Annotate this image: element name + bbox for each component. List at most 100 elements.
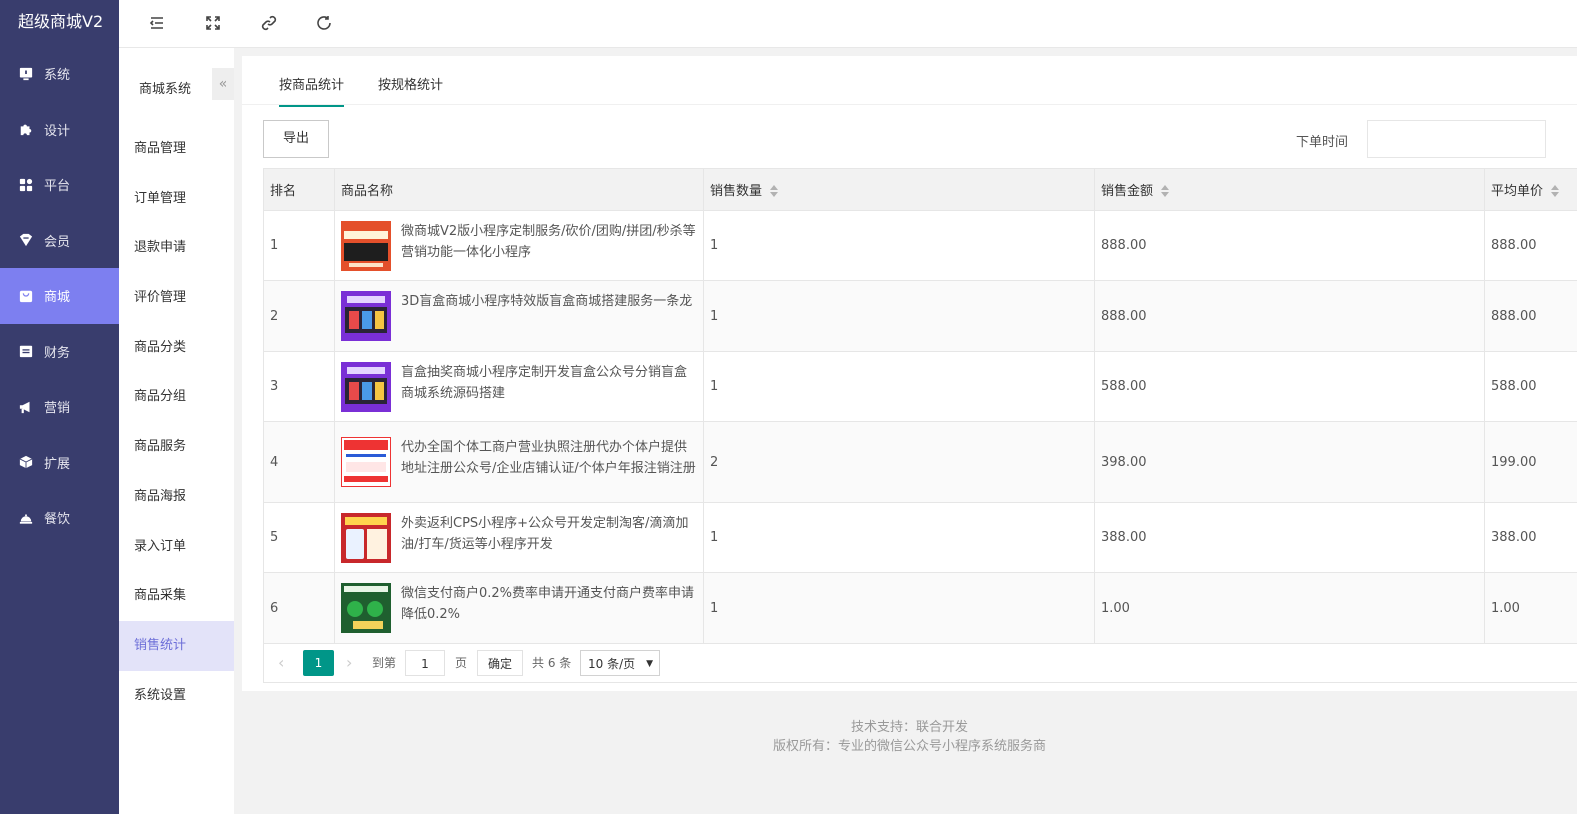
nav-item-design[interactable]: 设计 [0, 102, 119, 158]
link-icon[interactable] [260, 14, 280, 34]
goto-page-input[interactable]: 1 [405, 650, 445, 676]
amount-cell: 888.00 [1094, 210, 1485, 281]
qty-cell: 1 [703, 351, 1095, 422]
sort-icon[interactable] [770, 185, 779, 197]
main-sidebar: 超级商城V2 系统 设计 平台 会员 商城 财务 营销 扩展 餐饮 [0, 0, 119, 814]
total-count: 共 6 条 [532, 656, 572, 670]
col-rank: 排名 [263, 168, 335, 211]
export-button[interactable]: 导出 [263, 120, 329, 158]
amount-cell: 888.00 [1094, 280, 1485, 352]
product-thumbnail [341, 437, 391, 487]
subnav-item-categories[interactable]: 商品分类 [119, 323, 234, 373]
avg-cell: 588.00 [1484, 351, 1577, 422]
collapse-button[interactable]: « [212, 68, 234, 100]
table-row: 2 3D盲盒商城小程序特效版盲盒商城搭建服务一条龙 1 888.00 888.0… [263, 280, 1577, 352]
nav-label: 扩展 [44, 456, 71, 472]
content-panel: 按商品统计 按规格统计 导出 下单时间 排名 商品名称 销售数量 销售金额 平均… [242, 56, 1577, 691]
goto-confirm-button[interactable]: 确定 [477, 650, 523, 676]
rank-cell: 4 [263, 421, 335, 503]
product-name[interactable]: 代办全国个体工商户营业执照注册代办个体户提供地址注册公众号/企业店铺认证/个体户… [401, 437, 697, 479]
nav-item-extension[interactable]: 扩展 [0, 435, 119, 491]
nav-item-shop[interactable]: 商城 [0, 268, 119, 324]
footer-copyright: 版权所有：专业的微信公众号小程序系统服务商 [772, 739, 1046, 754]
app-logo: 超级商城V2 [18, 12, 104, 31]
secondary-sidebar: 商城系统 « 商品管理 订单管理 退款申请 评价管理 商品分类 商品分组 商品服… [119, 48, 234, 814]
rank-cell: 3 [263, 351, 335, 422]
rank-cell: 5 [263, 502, 335, 573]
product-thumbnail [341, 361, 391, 412]
product-name[interactable]: 外卖返利CPS小程序+公众号开发定制淘客/滴滴加油/打车/货运等小程序开发 [401, 513, 697, 555]
next-page-icon[interactable]: › [346, 650, 352, 676]
order-time-label: 下单时间 [1296, 135, 1349, 150]
fullscreen-icon[interactable] [204, 14, 224, 34]
tab-by-product[interactable]: 按商品统计 [279, 74, 345, 107]
nav-item-finance[interactable]: 财务 [0, 324, 119, 380]
subnav-item-enter-order[interactable]: 录入订单 [119, 522, 234, 572]
nav-label: 营销 [44, 401, 71, 417]
col-sales-amount[interactable]: 销售金额 [1094, 168, 1485, 211]
table-row: 5 外卖返利CPS小程序+公众号开发定制淘客/滴滴加油/打车/货运等小程序开发 … [263, 502, 1577, 573]
subnav-item-groups[interactable]: 商品分组 [119, 372, 234, 422]
sort-icon[interactable] [1551, 185, 1560, 197]
avg-cell: 888.00 [1484, 210, 1577, 281]
megaphone-icon [19, 401, 30, 413]
product-thumbnail [341, 220, 391, 271]
nav-item-system[interactable]: 系统 [0, 46, 119, 102]
menu-fold-icon[interactable] [148, 14, 168, 34]
nav-item-catering[interactable]: 餐饮 [0, 490, 119, 546]
avg-cell: 1.00 [1484, 572, 1577, 644]
col-avg-price[interactable]: 平均单价 [1484, 168, 1577, 211]
nav-item-marketing[interactable]: 营销 [0, 379, 119, 435]
subnav-item-refunds[interactable]: 退款申请 [119, 223, 234, 273]
product-name[interactable]: 微信支付商户0.2%费率申请开通支付商户费率申请降低0.2% [401, 583, 697, 625]
pagination: ‹ 1 › 到第 1 页 确定 共 6 条 10 条/页 ▼ [263, 643, 1577, 683]
nav-item-member[interactable]: 会员 [0, 213, 119, 269]
subnav-item-sales-stats[interactable]: 销售统计 [119, 621, 234, 671]
page-size-select[interactable]: 10 条/页 ▼ [580, 650, 660, 676]
subnav-title: 商城系统 [139, 82, 192, 97]
amount-cell: 398.00 [1094, 421, 1485, 503]
nav-label: 商城 [44, 290, 71, 306]
product-thumbnail [341, 512, 391, 563]
subnav-item-collect[interactable]: 商品采集 [119, 571, 234, 621]
table-row: 1 微商城V2版小程序定制服务/砍价/团购/拼团/秒杀等营销功能一体化小程序 1… [263, 210, 1577, 281]
product-name[interactable]: 微商城V2版小程序定制服务/砍价/团购/拼团/秒杀等营销功能一体化小程序 [401, 221, 697, 263]
table-row: 4 代办全国个体工商户营业执照注册代办个体户提供地址注册公众号/企业店铺认证/个… [263, 421, 1577, 503]
subnav-item-reviews[interactable]: 评价管理 [119, 273, 234, 323]
amount-cell: 588.00 [1094, 351, 1485, 422]
nav-label: 系统 [44, 68, 71, 84]
nav-label: 平台 [44, 179, 71, 195]
subnav-item-goods[interactable]: 商品管理 [119, 124, 234, 174]
nav-label: 设计 [44, 123, 71, 139]
shop-icon [19, 290, 33, 302]
footer: 技术支持：联合开发 版权所有：专业的微信公众号小程序系统服务商 [242, 718, 1577, 756]
subnav-item-services[interactable]: 商品服务 [119, 422, 234, 472]
subnav-item-posters[interactable]: 商品海报 [119, 472, 234, 522]
prev-page-icon[interactable]: ‹ [278, 650, 284, 676]
top-bar [119, 0, 1577, 48]
order-time-input[interactable] [1367, 120, 1546, 158]
puzzle-icon [20, 124, 32, 136]
product-name[interactable]: 3D盲盒商城小程序特效版盲盒商城搭建服务一条龙 [401, 291, 692, 312]
nav-item-platform[interactable]: 平台 [0, 157, 119, 213]
refresh-icon[interactable] [315, 14, 335, 34]
product-name[interactable]: 盲盒抽奖商城小程序定制开发盲盒公众号分销盲盒商城系统源码搭建 [401, 362, 697, 404]
grid-icon [19, 178, 33, 191]
cloche-icon [19, 514, 33, 524]
table-row: 3 盲盒抽奖商城小程序定制开发盲盒公众号分销盲盒商城系统源码搭建 1 588.0… [263, 351, 1577, 422]
subnav-item-orders[interactable]: 订单管理 [119, 174, 234, 224]
qty-cell: 1 [703, 210, 1095, 281]
col-sales-qty[interactable]: 销售数量 [703, 168, 1095, 211]
subnav-item-settings[interactable]: 系统设置 [119, 671, 234, 721]
nav-label: 财务 [44, 345, 71, 361]
qty-cell: 1 [703, 572, 1095, 644]
sort-icon[interactable] [1161, 185, 1170, 197]
avg-cell: 888.00 [1484, 280, 1577, 352]
avg-cell: 199.00 [1484, 421, 1577, 503]
rank-cell: 6 [263, 572, 335, 644]
amount-cell: 388.00 [1094, 502, 1485, 573]
rank-cell: 2 [263, 280, 335, 352]
tab-by-spec[interactable]: 按规格统计 [378, 74, 443, 105]
qty-cell: 2 [703, 421, 1095, 503]
page-1-button[interactable]: 1 [303, 650, 334, 676]
